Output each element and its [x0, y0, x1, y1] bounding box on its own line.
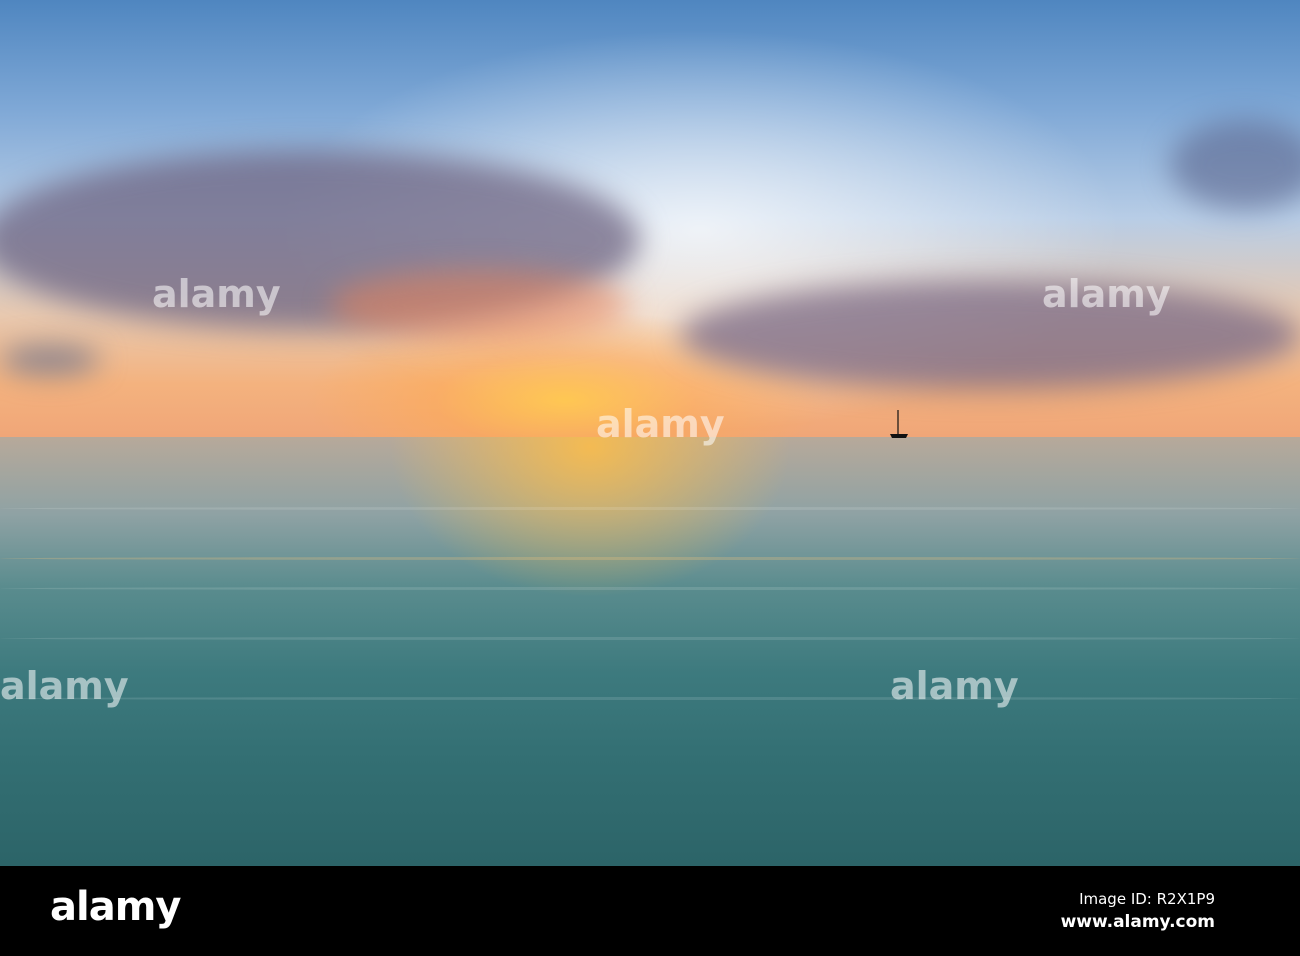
ripple: [0, 587, 1300, 590]
ripple: [0, 637, 1300, 640]
sea: [0, 437, 1300, 866]
image-id: Image ID: R2X1P9: [1079, 890, 1215, 908]
watermark: alamy: [596, 402, 725, 446]
cloud: [680, 280, 1300, 390]
cloud: [0, 345, 100, 375]
alamy-logo: alamy: [50, 884, 181, 930]
ripple: [0, 507, 1300, 510]
watermark: alamy: [890, 664, 1019, 708]
sunset-sea-photo: alamy alamy alamy alamy alamy: [0, 0, 1300, 866]
watermark: alamy: [152, 272, 281, 316]
cloud: [1170, 120, 1300, 210]
footer-bar: [0, 866, 1300, 956]
watermark: alamy: [0, 664, 129, 708]
cloud: [330, 270, 630, 340]
ripple: [0, 557, 1300, 560]
ripple: [0, 697, 1300, 700]
website-link: www.alamy.com: [1060, 912, 1215, 932]
sailboat-icon: [890, 410, 908, 438]
watermark: alamy: [1042, 272, 1171, 316]
sky: [0, 0, 1300, 437]
